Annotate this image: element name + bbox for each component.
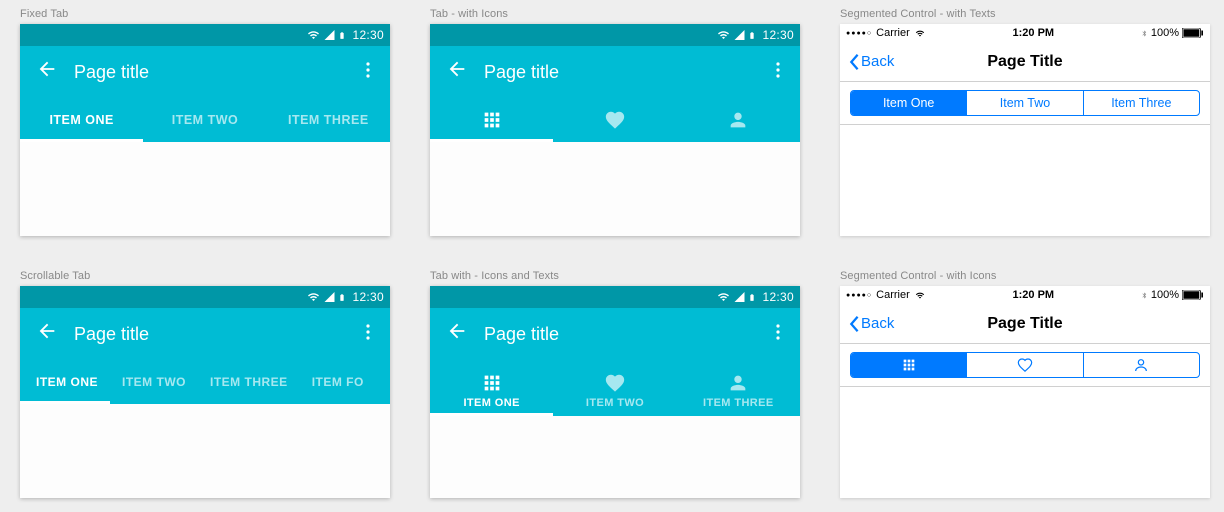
overflow-menu[interactable] — [766, 62, 790, 83]
tab-grid[interactable] — [430, 98, 553, 142]
tab-item-two[interactable]: ITEM TWO — [110, 360, 198, 404]
ios-card-segtext: ●●●●○ Carrier 1:20 PM 100% Back Page Tit… — [840, 24, 1210, 236]
segment-item-one[interactable]: Item One — [851, 91, 967, 115]
tab-item-three[interactable]: ITEM THREE — [267, 98, 390, 142]
wifi-icon — [306, 291, 321, 303]
grid-icon — [901, 357, 917, 373]
page-title: Page title — [74, 62, 149, 83]
wifi-icon — [306, 29, 321, 41]
segmented-control — [850, 352, 1200, 378]
caption-icons: Tab - with Icons — [430, 8, 800, 20]
android-statusbar: 12:30 — [430, 24, 800, 46]
signal-dots-icon: ●●●●○ — [846, 292, 872, 299]
android-statusbar: 12:30 — [430, 286, 800, 308]
ios-navbar: Back Page Title — [840, 304, 1210, 344]
page-title: Page Title — [840, 53, 1210, 71]
page-title: Page title — [74, 324, 149, 345]
android-card-fixed: 12:30 Page title ITEM ONE ITEM TWO ITEM … — [20, 24, 390, 236]
chevron-left-icon — [848, 315, 860, 333]
grid-icon — [481, 372, 503, 394]
back-button[interactable] — [30, 58, 64, 86]
segment-favorites[interactable] — [967, 353, 1083, 377]
android-statusbar: 12:30 — [20, 286, 390, 308]
caption-seg-icons: Segmented Control - with Icons — [840, 270, 1210, 282]
carrier-label: Carrier — [876, 289, 910, 301]
battery-icon — [1182, 290, 1204, 300]
status-time: 12:30 — [352, 290, 384, 304]
tab-item-three[interactable]: ITEM THREE — [198, 360, 300, 404]
tab-item-four[interactable]: ITEM FO — [300, 360, 376, 404]
segmented-control: Item One Item Two Item Three — [850, 90, 1200, 116]
caption-seg-text: Segmented Control - with Texts — [840, 8, 1210, 20]
heart-icon — [604, 109, 626, 131]
back-button[interactable] — [30, 320, 64, 348]
grid-icon — [481, 109, 503, 131]
segment-grid[interactable] — [851, 353, 967, 377]
person-icon — [727, 109, 749, 131]
battery-icon — [748, 291, 756, 304]
back-button[interactable] — [440, 320, 474, 348]
wifi-icon — [914, 29, 926, 38]
battery-icon — [338, 291, 346, 304]
status-time: 12:30 — [352, 28, 384, 42]
caption-scroll: Scrollable Tab — [20, 270, 390, 282]
person-icon — [1133, 357, 1149, 373]
signal-icon — [323, 29, 336, 41]
back-button[interactable]: Back — [848, 53, 894, 71]
overflow-menu[interactable] — [356, 62, 380, 83]
page-title: Page title — [484, 324, 559, 345]
tab-item-two[interactable]: ITEM TWO — [143, 98, 266, 142]
status-time: 12:30 — [762, 28, 794, 42]
wifi-icon — [716, 29, 731, 41]
android-card-icons: 12:30 Page title — [430, 24, 800, 236]
overflow-menu[interactable] — [766, 324, 790, 345]
back-button[interactable] — [440, 58, 474, 86]
page-title: Page Title — [840, 315, 1210, 333]
signal-icon — [733, 29, 746, 41]
tab-profile[interactable]: ITEM THREE — [677, 360, 800, 416]
status-time: 12:30 — [762, 290, 794, 304]
overflow-menu[interactable] — [356, 324, 380, 345]
heart-icon — [1017, 357, 1033, 373]
android-card-iconstext: 12:30 Page title ITEM ONE ITEM TWO — [430, 286, 800, 498]
tab-item-one[interactable]: ITEM ONE — [20, 98, 143, 142]
signal-dots-icon: ●●●●○ — [846, 30, 872, 37]
signal-icon — [733, 291, 746, 303]
ios-navbar: Back Page Title — [840, 42, 1210, 82]
status-time: 1:20 PM — [926, 289, 1141, 301]
battery-percent: 100% — [1151, 289, 1179, 301]
status-time: 1:20 PM — [926, 27, 1141, 39]
tab-favorites[interactable]: ITEM TWO — [553, 360, 676, 416]
ios-statusbar: ●●●●○ Carrier 1:20 PM 100% — [840, 286, 1210, 304]
carrier-label: Carrier — [876, 27, 910, 39]
android-card-scroll: 12:30 Page title ITEM ONE ITEM TWO ITEM … — [20, 286, 390, 498]
bluetooth-icon — [1141, 28, 1148, 39]
battery-percent: 100% — [1151, 27, 1179, 39]
back-button[interactable]: Back — [848, 315, 894, 333]
person-icon — [727, 372, 749, 394]
wifi-icon — [716, 291, 731, 303]
segment-item-two[interactable]: Item Two — [967, 91, 1083, 115]
ios-statusbar: ●●●●○ Carrier 1:20 PM 100% — [840, 24, 1210, 42]
android-statusbar: 12:30 — [20, 24, 390, 46]
battery-icon — [1182, 28, 1204, 38]
page-title: Page title — [484, 62, 559, 83]
tab-profile[interactable] — [677, 98, 800, 142]
tab-item-one[interactable]: ITEM ONE — [20, 360, 110, 404]
wifi-icon — [914, 291, 926, 300]
battery-icon — [748, 29, 756, 42]
caption-iconstext: Tab with - Icons and Texts — [430, 270, 800, 282]
bluetooth-icon — [1141, 290, 1148, 301]
tab-grid[interactable]: ITEM ONE — [430, 360, 553, 416]
segment-item-three[interactable]: Item Three — [1084, 91, 1199, 115]
caption-fixed: Fixed Tab — [20, 8, 390, 20]
chevron-left-icon — [848, 53, 860, 71]
segment-profile[interactable] — [1084, 353, 1199, 377]
battery-icon — [338, 29, 346, 42]
tab-favorites[interactable] — [553, 98, 676, 142]
signal-icon — [323, 291, 336, 303]
heart-icon — [604, 372, 626, 394]
ios-card-segicons: ●●●●○ Carrier 1:20 PM 100% Back Page Tit… — [840, 286, 1210, 498]
